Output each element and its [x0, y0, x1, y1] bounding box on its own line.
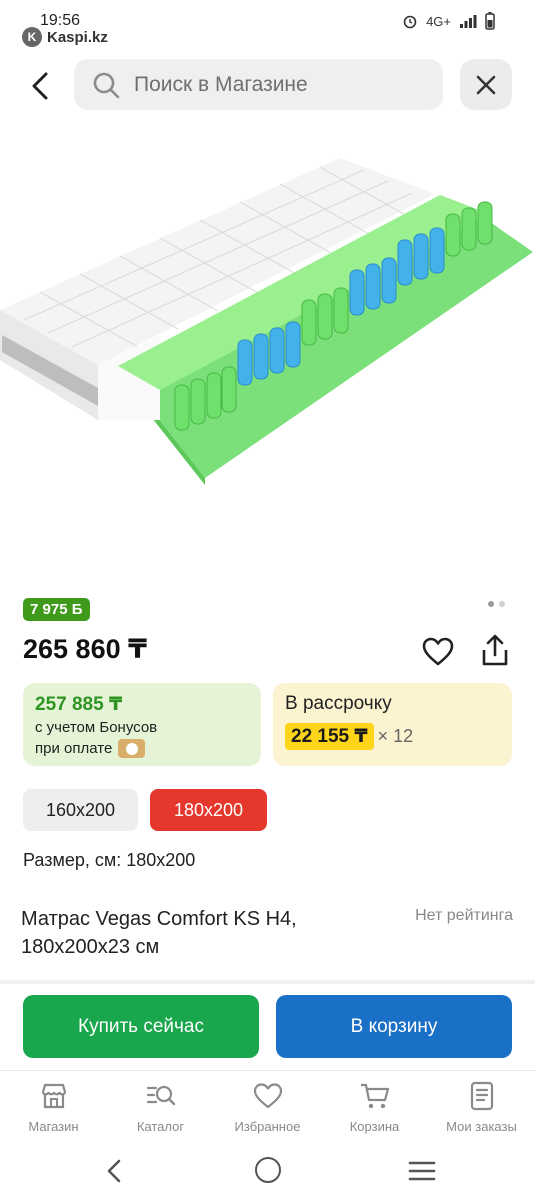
cart-icon — [358, 1079, 392, 1113]
chevron-left-icon — [32, 72, 48, 100]
buy-now-button[interactable]: Купить сейчас — [23, 995, 259, 1058]
bonus-price-value: 257 885 ₸ — [35, 694, 123, 715]
shop-icon — [37, 1079, 71, 1113]
share-button[interactable] — [476, 632, 514, 670]
close-search-button[interactable] — [460, 59, 512, 110]
system-home-icon[interactable] — [255, 1157, 281, 1183]
status-indicators: 4G+ — [402, 12, 495, 30]
favorite-button[interactable] — [420, 634, 456, 670]
installment-amount: 22 155 ₸ — [285, 723, 374, 750]
mattress-image — [0, 158, 533, 485]
back-button[interactable] — [18, 64, 62, 108]
bonus-price-card[interactable]: 257 885 ₸ с учетом Бонусов при оплате — [23, 683, 261, 766]
tab-cart[interactable]: Корзина — [321, 1074, 428, 1144]
search-input[interactable]: Поиск в Магазине — [74, 59, 443, 110]
installment-row: 22 155 ₸ × 12 — [285, 723, 500, 750]
tab-label: Магазин — [28, 1119, 79, 1134]
tab-label: Корзина — [349, 1119, 400, 1134]
divider — [0, 980, 535, 984]
tab-favorites[interactable]: Избранное — [214, 1074, 321, 1144]
bonus-price-line2: при оплате — [35, 740, 113, 757]
size-chip-160x200[interactable]: 160x200 — [23, 789, 138, 831]
status-app: K Kaspi.kz — [22, 27, 108, 47]
kaspi-gold-icon — [118, 739, 146, 758]
installment-title: В рассрочку — [285, 693, 392, 714]
close-icon — [476, 75, 496, 94]
system-back-icon[interactable] — [100, 1156, 130, 1186]
installment-multiplier: × 12 — [377, 726, 414, 746]
search-placeholder: Поиск в Магазине — [134, 72, 308, 96]
system-navigation-bar — [0, 1148, 535, 1193]
gallery-dot-active — [488, 601, 494, 607]
size-chip-180x200-selected[interactable]: 180x200 — [150, 789, 267, 831]
heart-icon — [251, 1079, 285, 1113]
add-to-cart-button[interactable]: В корзину — [276, 995, 512, 1058]
product-image[interactable] — [0, 130, 535, 570]
divider — [0, 1070, 535, 1071]
share-icon — [482, 634, 508, 666]
rating-label[interactable]: Нет рейтинга — [415, 907, 513, 925]
gallery-dot — [499, 601, 505, 607]
top-bar: Поиск в Магазине — [0, 58, 535, 112]
size-label: Размер, см: 180x200 — [23, 850, 196, 870]
tab-label: Каталог — [136, 1119, 185, 1134]
status-app-name: Kaspi.kz — [47, 28, 108, 46]
network-type: 4G+ — [426, 13, 451, 29]
bottom-tab-bar: Магазин Каталог Избранное Корзина Мои за… — [0, 1074, 535, 1144]
bonus-price-line2-row: при оплате — [35, 739, 249, 758]
status-bar: 19:56 K Kaspi.kz 4G+ — [0, 0, 535, 50]
tab-shop[interactable]: Магазин — [0, 1074, 107, 1144]
heart-icon — [422, 637, 454, 666]
catalog-icon — [144, 1079, 178, 1113]
product-price: 265 860 ₸ — [23, 634, 147, 664]
orders-icon — [465, 1079, 499, 1113]
battery-icon — [485, 12, 495, 30]
system-menu-icon[interactable] — [407, 1158, 437, 1184]
product-title: Матрас Vegas Comfort KS H4, 180x200x23 с… — [21, 908, 297, 958]
tab-label: Избранное — [234, 1119, 301, 1134]
alarm-icon — [403, 15, 417, 29]
gallery-pagination — [488, 601, 505, 607]
tab-label: Мои заказы — [446, 1119, 517, 1134]
bonus-price-line1: с учетом Бонусов — [35, 719, 158, 736]
search-icon — [93, 72, 120, 98]
tab-orders[interactable]: Мои заказы — [428, 1074, 535, 1144]
installment-card[interactable]: В рассрочку 22 155 ₸ × 12 — [273, 683, 512, 766]
tab-catalog[interactable]: Каталог — [107, 1074, 214, 1144]
bonus-badge: 7 975 Б — [23, 598, 90, 621]
kaspi-logo-icon: K — [22, 27, 42, 47]
signal-icon — [460, 15, 477, 28]
